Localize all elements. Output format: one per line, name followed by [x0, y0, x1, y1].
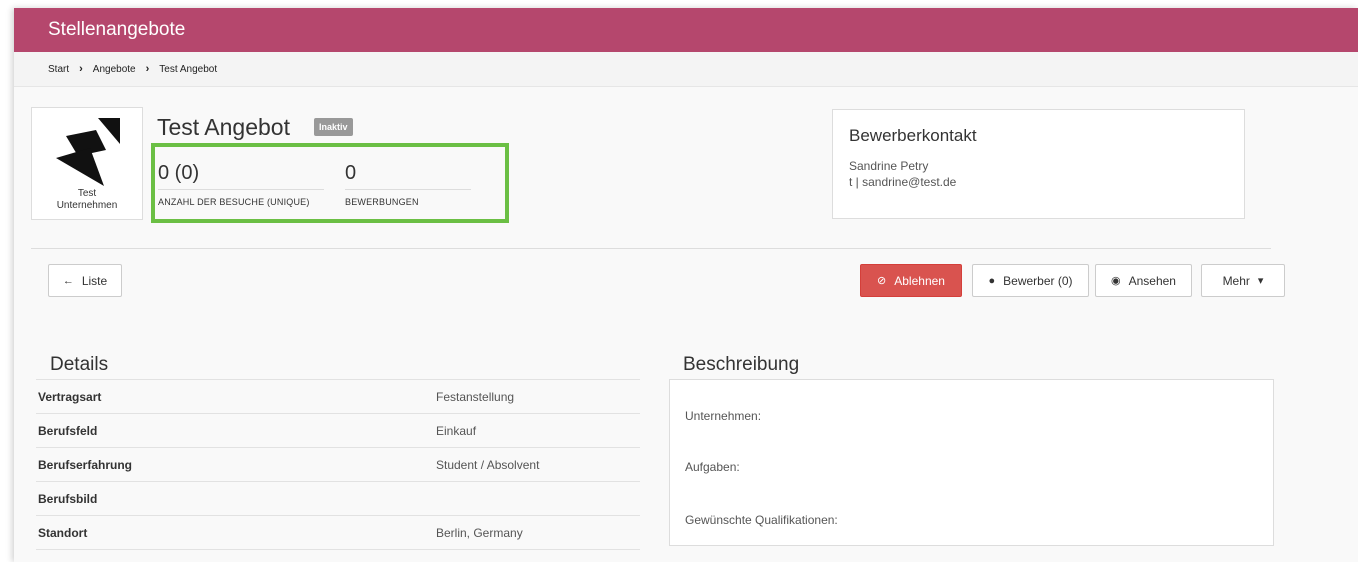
description-company: Unternehmen:	[685, 409, 762, 423]
detail-key: Berufserfahrung	[36, 447, 434, 482]
table-row: Berufsbild	[36, 481, 640, 516]
arrow-left-icon: ←	[62, 274, 74, 287]
breadcrumb: Start › Angebote › Test Angebot	[14, 52, 1358, 87]
top-bar: Stellenangebote	[14, 8, 1358, 52]
detail-value: Festanstellung	[434, 379, 640, 414]
company-logo-icon	[56, 118, 120, 186]
eye-icon: ◉	[1111, 275, 1121, 287]
table-row: Standort Berlin, Germany	[36, 515, 640, 550]
detail-value	[434, 481, 640, 516]
view-button[interactable]: ◉ Ansehen	[1095, 264, 1192, 297]
applications-stat: 0 BEWERBUNGEN	[345, 162, 471, 207]
breadcrumb-start[interactable]: Start	[48, 64, 69, 75]
page-header-title: Stellenangebote	[48, 19, 186, 40]
status-badge: Inaktiv	[314, 118, 353, 136]
details-table: Vertragsart Festanstellung Berufsfeld Ei…	[36, 379, 640, 550]
detail-key: Vertragsart	[36, 379, 434, 414]
description-panel: Unternehmen: Aufgaben: Gewünschte Qualif…	[669, 379, 1274, 546]
detail-value: Berlin, Germany	[434, 515, 640, 550]
contact-title: Bewerberkontakt	[849, 126, 977, 145]
detail-value: Student / Absolvent	[434, 447, 640, 482]
detail-value: Einkauf	[434, 413, 640, 448]
detail-key: Standort	[36, 515, 434, 550]
visits-label: ANZAHL DER BESUCHE (UNIQUE)	[158, 197, 310, 207]
company-logo: Test Unternehmen	[31, 107, 143, 220]
user-icon: ●	[988, 274, 996, 287]
company-name: Test Unternehmen	[56, 188, 118, 211]
visits-stat: 0 (0) ANZAHL DER BESUCHE (UNIQUE)	[158, 162, 324, 207]
contact-name: Sandrine Petry	[849, 159, 929, 173]
detail-key: Berufsfeld	[36, 413, 434, 448]
contact-card: Bewerberkontakt Sandrine Petry t | sandr…	[832, 109, 1245, 219]
description-qualifications: Gewünschte Qualifikationen:	[685, 513, 838, 527]
chevron-right-icon: ›	[79, 63, 83, 75]
divider	[31, 248, 1271, 249]
reject-button[interactable]: ⊘ Ablehnen	[860, 264, 962, 297]
stats-highlight: 0 (0) ANZAHL DER BESUCHE (UNIQUE) 0 BEWE…	[151, 143, 509, 223]
detail-key: Berufsbild	[36, 481, 434, 516]
more-dropdown-button[interactable]: Mehr ▾	[1201, 264, 1285, 297]
table-row: Berufsfeld Einkauf	[36, 413, 640, 448]
applications-count: 0	[345, 162, 471, 190]
applicants-button[interactable]: ● Bewerber (0)	[972, 264, 1089, 297]
chevron-right-icon: ›	[145, 63, 150, 75]
visits-count: 0 (0)	[158, 162, 324, 190]
description-title: Beschreibung	[683, 354, 800, 375]
job-title: Test Angebot	[157, 114, 290, 140]
details-title: Details	[50, 354, 109, 375]
table-row: Vertragsart Festanstellung	[36, 379, 640, 414]
contact-info: t | sandrine@test.de	[849, 175, 957, 189]
ban-icon: ⊘	[877, 275, 887, 287]
back-to-list-button[interactable]: ← Liste	[48, 264, 122, 297]
description-tasks: Aufgaben:	[685, 460, 740, 474]
breadcrumb-angebote[interactable]: Angebote	[93, 64, 136, 75]
breadcrumb-current: Test Angebot	[159, 63, 218, 75]
caret-down-icon: ▾	[1257, 275, 1264, 287]
applications-label: BEWERBUNGEN	[345, 197, 419, 207]
table-row: Berufserfahrung Student / Absolvent	[36, 447, 640, 482]
